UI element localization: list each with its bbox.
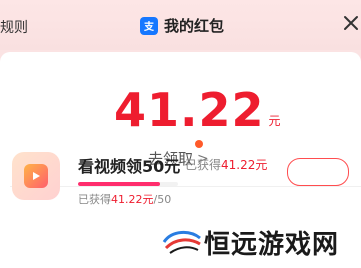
- task-earned-prefix: 已获得: [185, 158, 222, 172]
- header-bar: 规则 支 我的红包: [0, 0, 361, 50]
- svg-text:支: 支: [143, 20, 155, 32]
- watermark-text: 恒远游戏网: [204, 230, 340, 260]
- page-title: 我的红包: [164, 17, 225, 35]
- task-progress-fill: [78, 182, 161, 186]
- hengyuan-logo: [160, 228, 204, 258]
- task-progress-bar: [78, 182, 178, 186]
- progress-prefix: 已获得: [78, 193, 111, 206]
- balance-amount-group: 41.22 元: [114, 87, 281, 133]
- close-icon[interactable]: [341, 13, 361, 33]
- watermark: 恒远游戏网: [160, 224, 339, 261]
- video-play-icon: [12, 152, 60, 200]
- notification-dot: [195, 140, 203, 148]
- task-action-button[interactable]: [287, 158, 349, 186]
- balance-amount: 41.22: [114, 83, 265, 137]
- alipay-icon: 支: [140, 16, 158, 35]
- rules-link[interactable]: 规则: [0, 17, 28, 37]
- task-earned: 已获得41.22元: [185, 156, 267, 173]
- divider: [10, 186, 361, 187]
- task-earned-value: 41.22元: [221, 158, 268, 172]
- progress-total: /50: [153, 193, 172, 206]
- task-progress-text: 已获得41.22元/50: [78, 191, 171, 207]
- balance-unit: 元: [268, 114, 281, 128]
- task-title: 看视频领50元: [78, 157, 181, 176]
- header-title-group: 支 我的红包: [140, 15, 224, 36]
- progress-value: 41.22元: [111, 193, 154, 206]
